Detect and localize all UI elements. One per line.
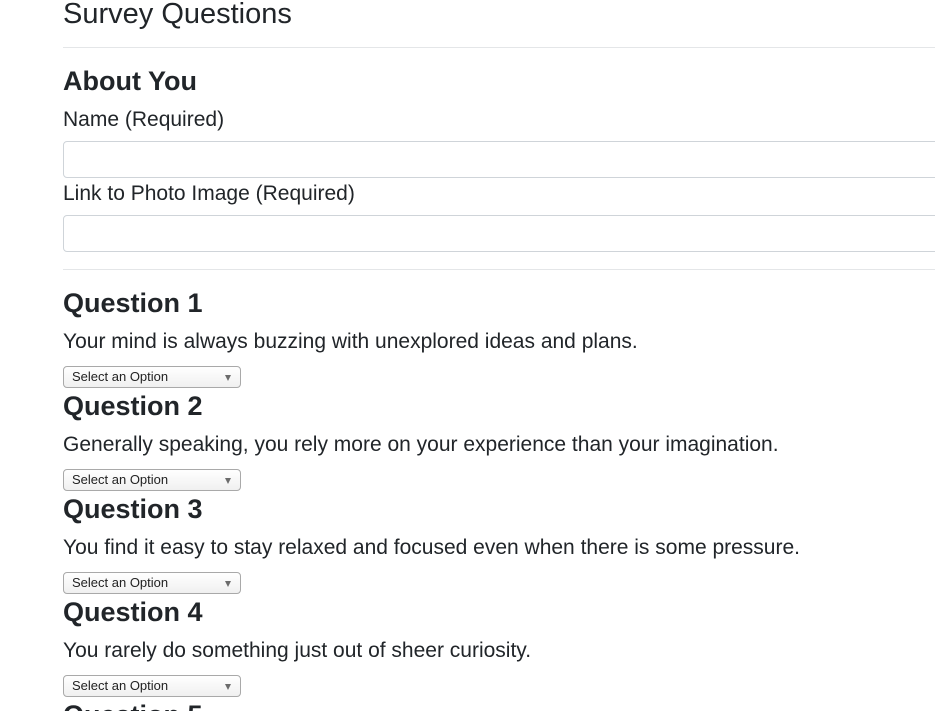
question-3-heading: Question 3 [63,494,203,524]
chevron-down-icon [225,581,231,587]
about-you-heading: About You [63,66,197,96]
question-4-text: You rarely do something just out of shee… [63,639,532,662]
question-2-selected-value: Select an Option [72,472,169,487]
photo-link-input[interactable] [63,215,935,252]
question-1-text: Your mind is always buzzing with unexplo… [63,330,638,353]
title-divider [63,47,935,48]
question-5-heading: Question 5 [63,698,203,711]
question-1-heading: Question 1 [63,288,203,318]
question-3-select[interactable]: Select an Option [63,572,241,594]
name-label: Name (Required) [63,108,225,131]
question-4-selected-value: Select an Option [72,678,169,693]
name-input[interactable] [63,141,935,178]
question-3-selected-value: Select an Option [72,575,169,590]
chevron-down-icon [225,684,231,690]
question-1-selected-value: Select an Option [72,369,169,384]
photo-link-label: Link to Photo Image (Required) [63,182,355,205]
question-2-select[interactable]: Select an Option [63,469,241,491]
question-2-heading: Question 2 [63,391,203,421]
question-4-select[interactable]: Select an Option [63,675,241,697]
chevron-down-icon [225,478,231,484]
question-1-select[interactable]: Select an Option [63,366,241,388]
section-divider [63,269,935,270]
question-3-text: You find it easy to stay relaxed and foc… [63,536,800,559]
question-2-text: Generally speaking, you rely more on you… [63,433,779,456]
page-title: Survey Questions [63,0,292,30]
question-4-heading: Question 4 [63,597,203,627]
chevron-down-icon [225,375,231,381]
